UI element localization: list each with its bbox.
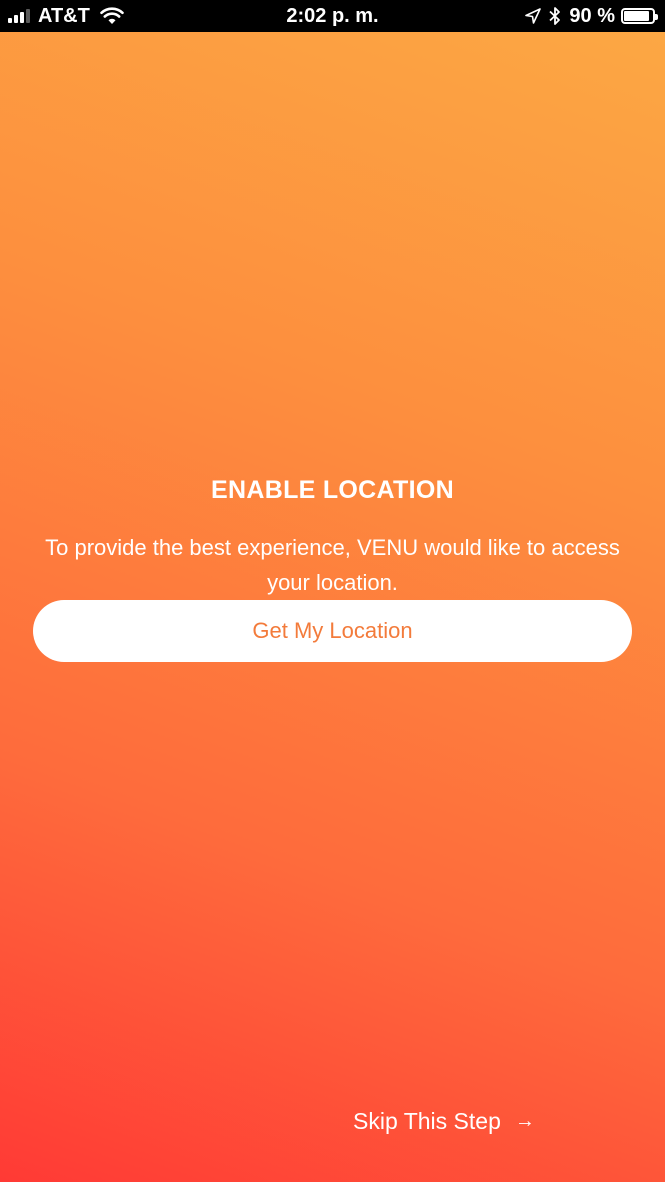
arrow-right-icon: → <box>514 1110 535 1132</box>
location-arrow-icon <box>525 8 542 24</box>
skip-step-label: Skip This Step <box>353 1108 501 1134</box>
page-title: ENABLE LOCATION <box>211 476 454 504</box>
permission-message: To provide the best experience, VENU wou… <box>45 535 620 595</box>
location-permission-screen: AT&T 2:02 p. m. 90 % ENABLE LOCATION To … <box>0 0 665 1182</box>
skip-step-link[interactable]: Skip This Step → <box>353 1108 535 1135</box>
bluetooth-icon <box>549 6 561 26</box>
battery-icon <box>621 8 658 24</box>
status-right: 90 % <box>525 4 658 27</box>
get-my-location-button[interactable]: Get My Location <box>33 600 632 662</box>
battery-fill <box>624 11 649 21</box>
battery-percentage: 90 % <box>569 4 615 27</box>
status-bar: AT&T 2:02 p. m. 90 % <box>0 0 665 32</box>
